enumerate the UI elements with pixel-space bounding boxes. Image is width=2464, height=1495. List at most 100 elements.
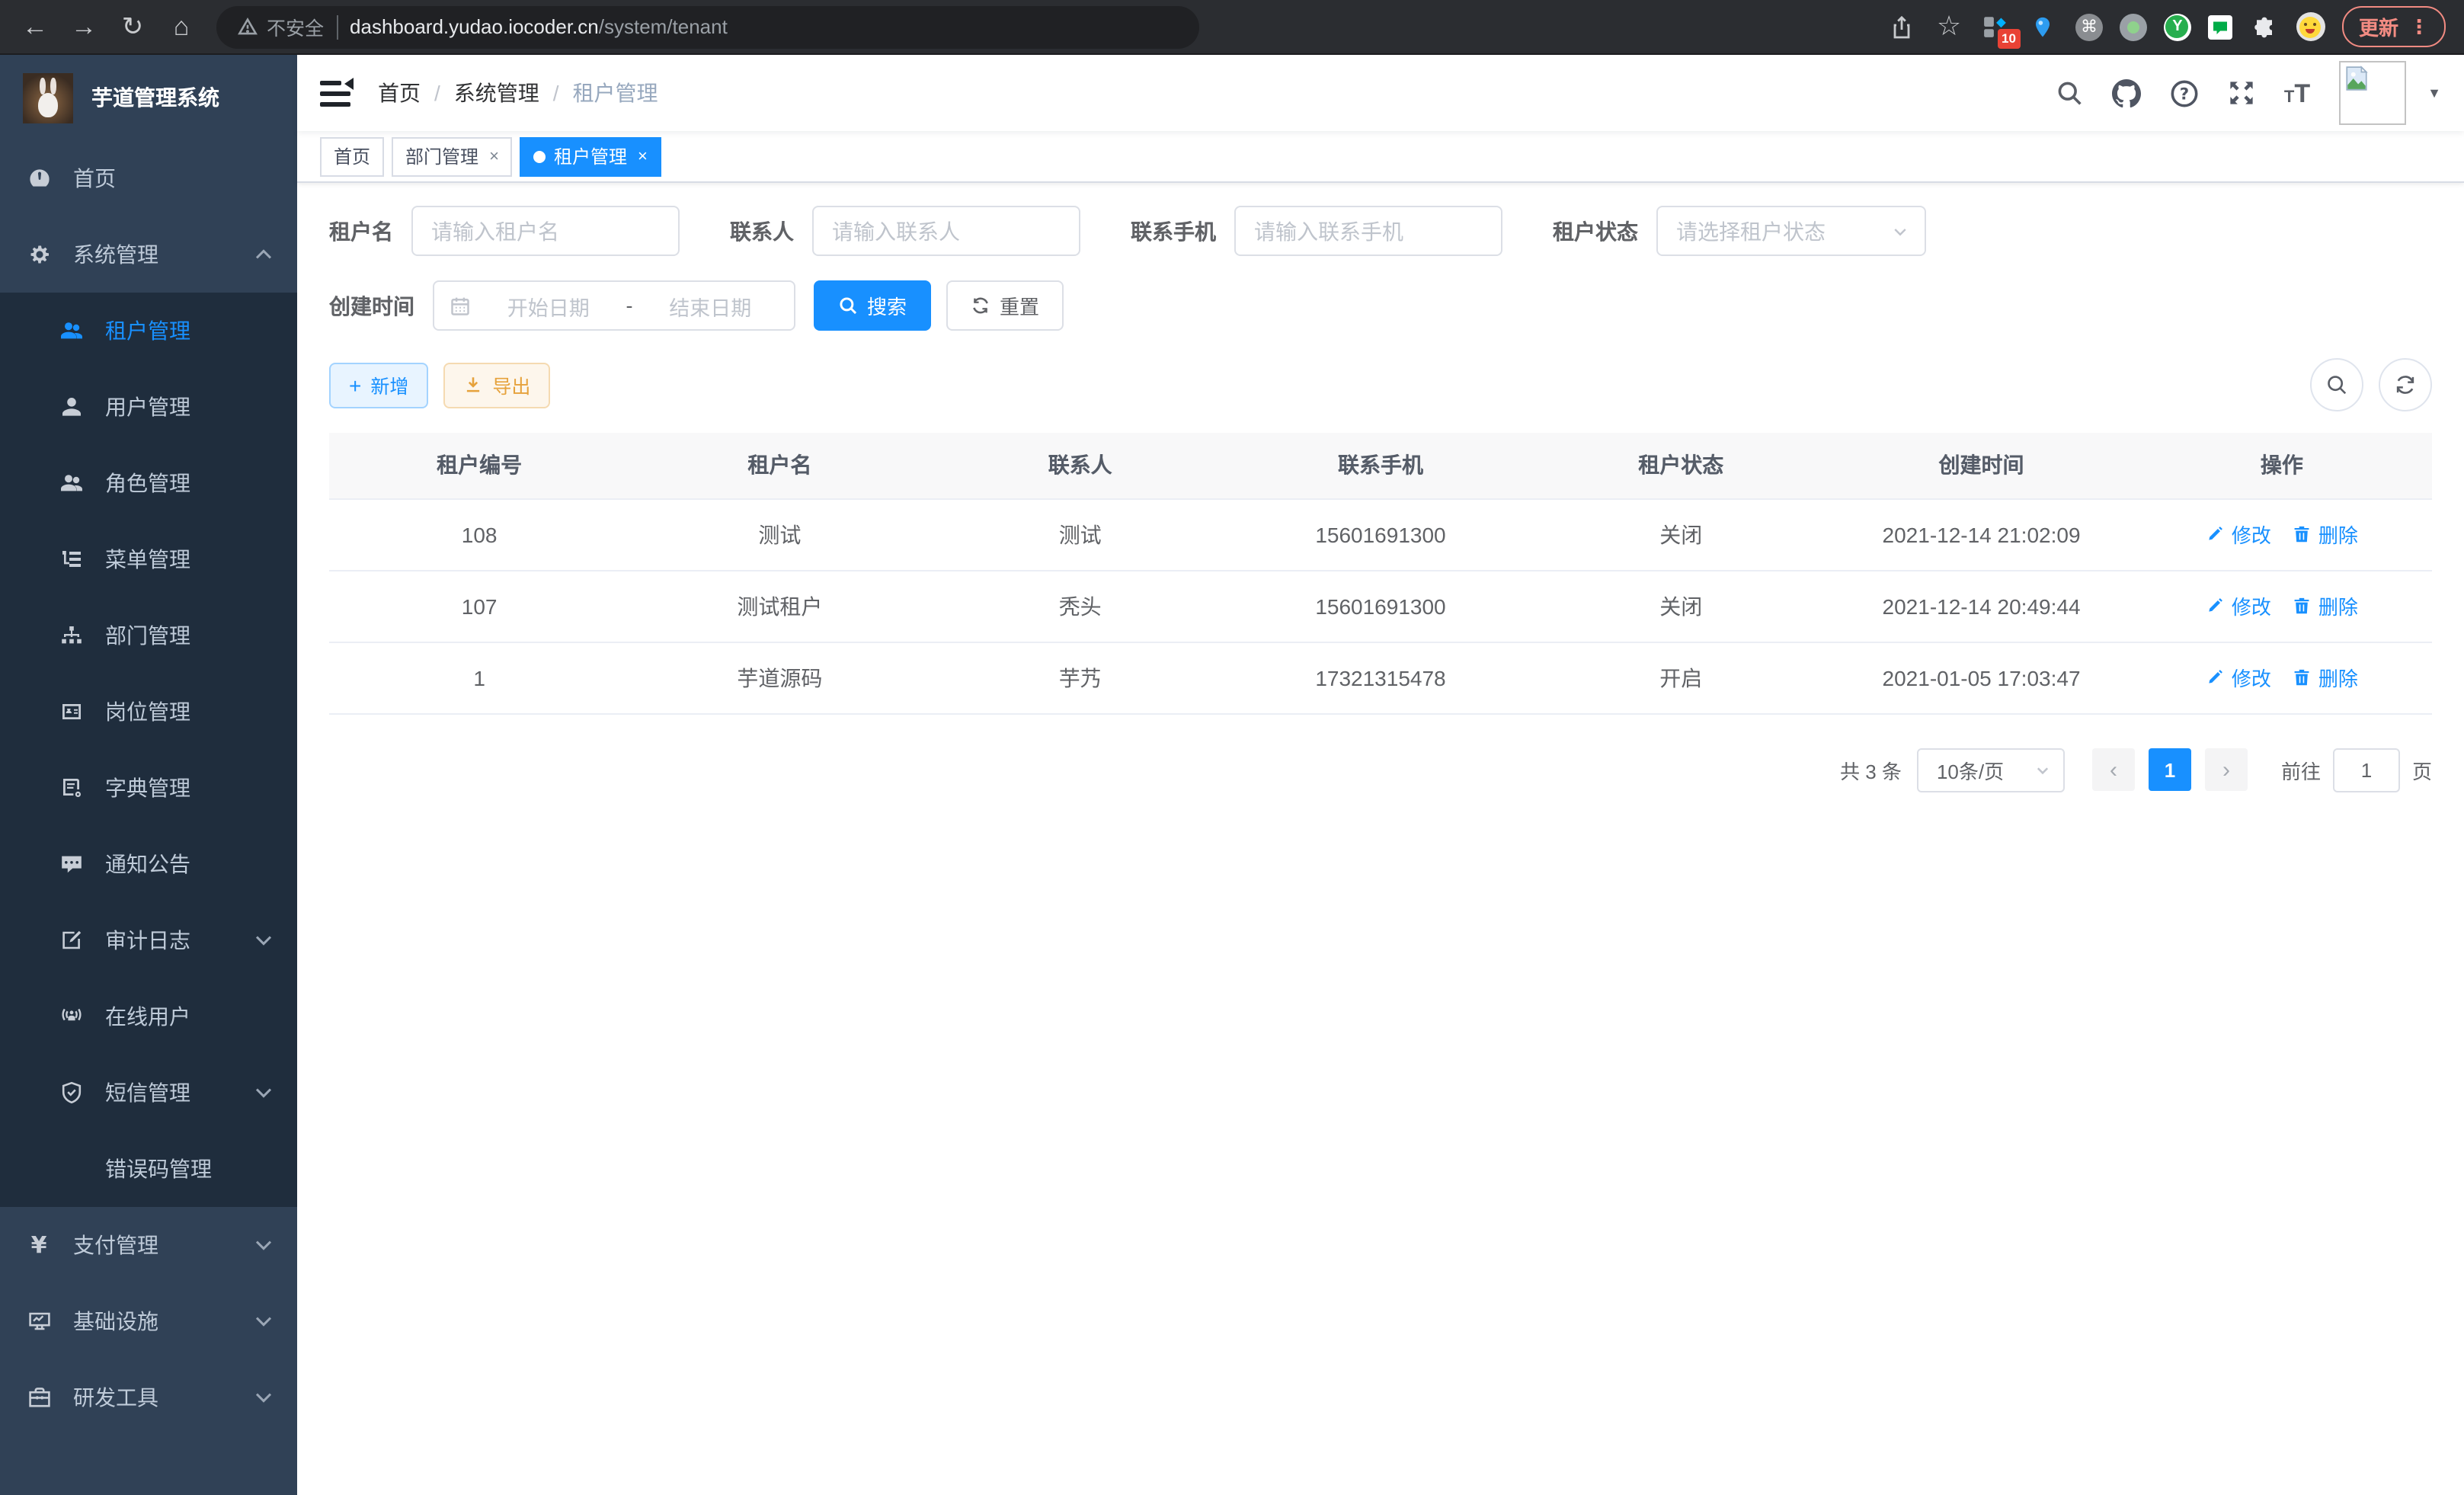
sidebar-item-label: 菜单管理: [105, 544, 190, 575]
cell-contact: 秃头: [930, 570, 1230, 642]
search-button[interactable]: 搜索: [814, 280, 931, 331]
message-icon: [58, 851, 84, 877]
cell-contact: 芋艿: [930, 642, 1230, 713]
command-extension-icon[interactable]: ⌘: [2075, 13, 2103, 40]
close-icon[interactable]: ×: [489, 147, 499, 165]
tag-租户管理[interactable]: 租户管理×: [520, 136, 661, 176]
delete-link[interactable]: 删除: [2293, 520, 2358, 549]
create-time-label: 创建时间: [329, 290, 414, 321]
cell-actions: 修改删除: [2132, 570, 2432, 642]
user-avatar[interactable]: [2339, 61, 2406, 125]
status-label: 租户状态: [1553, 216, 1638, 246]
sidebar-item-online[interactable]: 在线用户: [0, 978, 297, 1055]
delete-link[interactable]: 删除: [2293, 591, 2358, 620]
sidebar-item-dept[interactable]: 部门管理: [0, 597, 297, 674]
caret-down-icon[interactable]: ▼: [2427, 85, 2441, 101]
chat-extension-icon[interactable]: [2208, 14, 2232, 39]
help-icon[interactable]: ?: [2170, 78, 2199, 107]
tag-首页[interactable]: 首页: [320, 136, 384, 176]
fullscreen-icon[interactable]: [2228, 79, 2255, 107]
search-icon: [2325, 373, 2348, 396]
github-icon[interactable]: [2112, 78, 2141, 107]
sidebar-item-sms[interactable]: 短信管理: [0, 1055, 297, 1131]
next-page-button[interactable]: ›: [2205, 748, 2248, 791]
map-pin-extension-icon[interactable]: [2028, 11, 2059, 42]
badge-icon: [58, 699, 84, 725]
url-path: /system/tenant: [599, 15, 728, 38]
sidebar-item-system[interactable]: 系统管理: [0, 216, 297, 293]
sidebar-item-user[interactable]: 用户管理: [0, 369, 297, 445]
sidebar-item-infra[interactable]: 基础设施: [0, 1283, 297, 1359]
sidebar-item-post[interactable]: 岗位管理: [0, 674, 297, 750]
breadcrumb-home[interactable]: 首页: [378, 78, 421, 108]
sidebar-item-errcode[interactable]: 错误码管理: [0, 1131, 297, 1207]
sidebar-collapse-icon[interactable]: [320, 79, 354, 107]
sidebar-item-label: 短信管理: [105, 1077, 190, 1108]
close-icon[interactable]: ×: [638, 147, 648, 165]
status-select[interactable]: 请选择租户状态: [1656, 206, 1926, 256]
mobile-input[interactable]: [1234, 206, 1502, 256]
tenant-table: 租户编号租户名联系人联系手机租户状态创建时间操作 108测试测试15601691…: [329, 433, 2432, 714]
chrome-update-button[interactable]: 更新 ⋮: [2342, 6, 2446, 47]
broken-image-icon: [2344, 66, 2370, 91]
search-icon[interactable]: [2056, 79, 2083, 107]
dot-extension-icon[interactable]: [2120, 13, 2147, 40]
edit-link[interactable]: 修改: [2206, 663, 2271, 692]
sidebar-item-label: 基础设施: [73, 1306, 158, 1337]
y-extension-icon[interactable]: Y: [2164, 13, 2191, 40]
current-page-button[interactable]: 1: [2149, 748, 2191, 791]
delete-link[interactable]: 删除: [2293, 663, 2358, 692]
edit-link[interactable]: 修改: [2206, 520, 2271, 549]
trash-icon: [2293, 524, 2312, 544]
more-vertical-icon[interactable]: ⋮: [2409, 14, 2429, 39]
tenant-name-input[interactable]: [411, 206, 680, 256]
refresh-table-button[interactable]: [2379, 358, 2432, 411]
sidebar-item-notice[interactable]: 通知公告: [0, 826, 297, 902]
edit-icon: [2206, 524, 2226, 544]
column-header: 租户状态: [1531, 433, 1831, 498]
browser-home-icon[interactable]: ⌂: [158, 4, 204, 50]
browser-forward-icon[interactable]: →: [61, 4, 107, 50]
add-button[interactable]: + 新增: [329, 362, 428, 408]
sidebar-item-home[interactable]: 首页: [0, 140, 297, 216]
profile-avatar-icon[interactable]: [2296, 12, 2325, 41]
goto-page-input[interactable]: [2333, 748, 2400, 792]
filter-row-1: 租户名 联系人 联系手机 租户状态 请选择租户状态: [329, 206, 2432, 256]
browser-reload-icon[interactable]: ↻: [110, 4, 155, 50]
create-time-range-picker[interactable]: 开始日期 - 结束日期: [433, 280, 795, 331]
column-header: 操作: [2132, 433, 2432, 498]
chevron-down-icon: [1891, 222, 1909, 240]
reset-button[interactable]: 重置: [946, 280, 1064, 331]
sidebar-item-devtool[interactable]: 研发工具: [0, 1359, 297, 1436]
sidebar-item-audit[interactable]: 审计日志: [0, 902, 297, 978]
address-bar[interactable]: 不安全 dashboard.yudao.iocoder.cn/system/te…: [216, 5, 1199, 48]
prev-page-button[interactable]: ‹: [2092, 748, 2135, 791]
share-icon[interactable]: [1886, 11, 1917, 42]
edit-link[interactable]: 修改: [2206, 591, 2271, 620]
breadcrumb-system[interactable]: 系统管理: [454, 78, 539, 108]
app-logo-row[interactable]: 芋道管理系统: [0, 55, 297, 140]
export-button-label: 导出: [492, 370, 530, 399]
column-header: 创建时间: [1831, 433, 2131, 498]
sidebar-item-tenant[interactable]: 租户管理: [0, 293, 297, 369]
puzzle-extensions-icon[interactable]: [2249, 11, 2280, 42]
online-icon: [58, 1004, 84, 1029]
page-size-select[interactable]: 10条/页: [1917, 748, 2065, 792]
sidebar-item-role[interactable]: 角色管理: [0, 445, 297, 521]
not-secure-warning[interactable]: 不安全: [238, 12, 324, 41]
sidebar-item-pay[interactable]: ¥支付管理: [0, 1207, 297, 1283]
tags-view: 首页部门管理×租户管理×: [297, 131, 2464, 183]
sidebar-item-dict[interactable]: 字典管理: [0, 750, 297, 826]
app-logo: [23, 72, 73, 123]
toggle-search-button[interactable]: [2310, 358, 2363, 411]
tag-部门管理[interactable]: 部门管理×: [392, 136, 513, 176]
font-size-icon[interactable]: TT: [2284, 80, 2310, 106]
bookmark-star-icon[interactable]: ☆: [1934, 11, 1964, 42]
contact-input[interactable]: [812, 206, 1080, 256]
export-button[interactable]: 导出: [443, 362, 550, 408]
sidebar-item-menu[interactable]: 菜单管理: [0, 521, 297, 597]
browser-back-icon[interactable]: ←: [12, 4, 58, 50]
cell-id: 108: [329, 498, 629, 570]
tenant-name-label: 租户名: [329, 216, 393, 246]
extension-squares-icon[interactable]: 10: [1981, 11, 2011, 42]
